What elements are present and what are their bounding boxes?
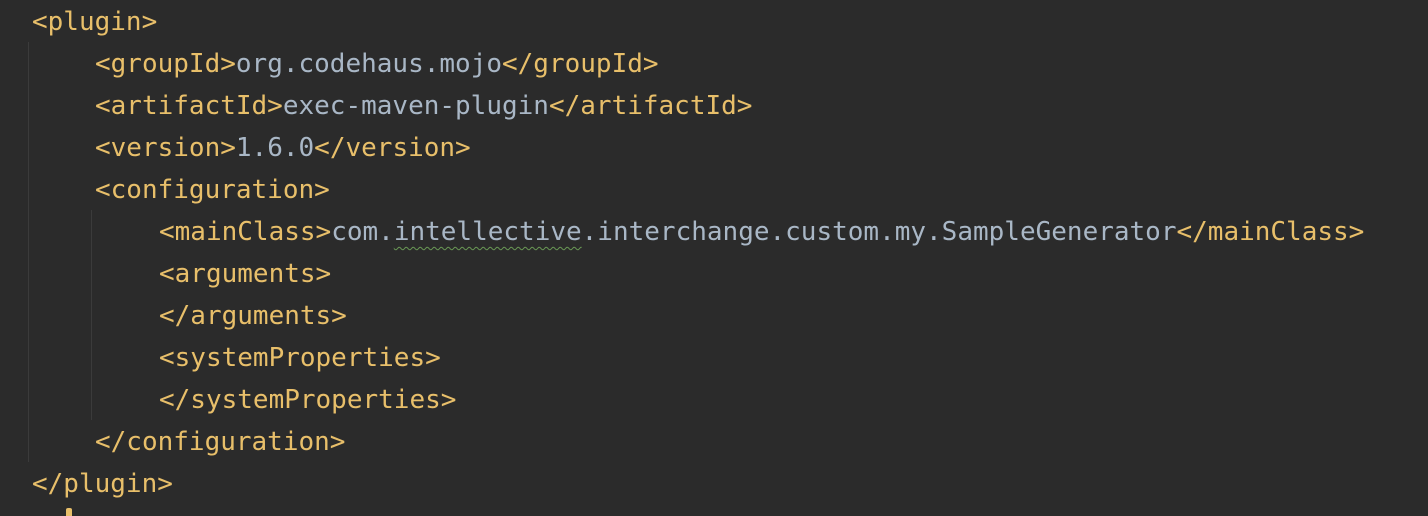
code-line-12[interactable]: </plugin> <box>0 463 173 505</box>
xml-text-value: 1.6.0 <box>235 133 315 163</box>
partial-next-line-glyph <box>66 508 72 516</box>
code-line-8[interactable]: </arguments> <box>0 295 347 337</box>
xml-tag-open: <artifactId> <box>95 91 283 121</box>
code-line-6[interactable]: <mainClass>com.intellective.interchange.… <box>0 211 1364 253</box>
xml-text-value: .interchange.custom.my.SampleGenerator <box>581 217 1177 247</box>
xml-tag-close: </artifactId> <box>548 91 753 121</box>
code-line-2[interactable]: <groupId>org.codehaus.mojo</groupId> <box>0 43 659 85</box>
code-line-7[interactable]: <arguments> <box>0 253 331 295</box>
code-line-10[interactable]: </systemProperties> <box>0 379 456 421</box>
xml-tag: </configuration> <box>95 427 346 457</box>
xml-tag: </arguments> <box>159 301 347 331</box>
xml-text-value: com. <box>331 217 394 247</box>
xml-tag: <systemProperties> <box>159 343 441 373</box>
code-line-11[interactable]: </configuration> <box>0 421 345 463</box>
xml-text-value: exec-maven-plugin <box>282 91 549 121</box>
code-line-1[interactable]: <plugin> <box>0 1 157 43</box>
xml-tag-close: </mainClass> <box>1176 217 1365 247</box>
xml-tag-close: </groupId> <box>502 49 659 79</box>
code-editor[interactable]: <plugin> <groupId>org.codehaus.mojo</gro… <box>0 0 1428 516</box>
xml-tag: <configuration> <box>95 175 330 205</box>
xml-tag: <plugin> <box>32 7 158 37</box>
xml-tag: <arguments> <box>159 259 332 289</box>
xml-tag-open: <mainClass> <box>159 217 332 247</box>
xml-tag-close: </version> <box>314 133 471 163</box>
xml-text-value: org.codehaus.mojo <box>235 49 502 79</box>
code-line-5[interactable]: <configuration> <box>0 169 330 211</box>
code-line-3[interactable]: <artifactId>exec-maven-plugin</artifactI… <box>0 85 752 127</box>
code-line-9[interactable]: <systemProperties> <box>0 337 441 379</box>
xml-tag-open: <groupId> <box>95 49 236 79</box>
xml-tag: </systemProperties> <box>159 385 457 415</box>
code-line-4[interactable]: <version>1.6.0</version> <box>0 127 471 169</box>
spellcheck-flagged-word: intellective <box>393 217 582 247</box>
xml-tag-open: <version> <box>95 133 236 163</box>
xml-tag: </plugin> <box>32 469 173 499</box>
